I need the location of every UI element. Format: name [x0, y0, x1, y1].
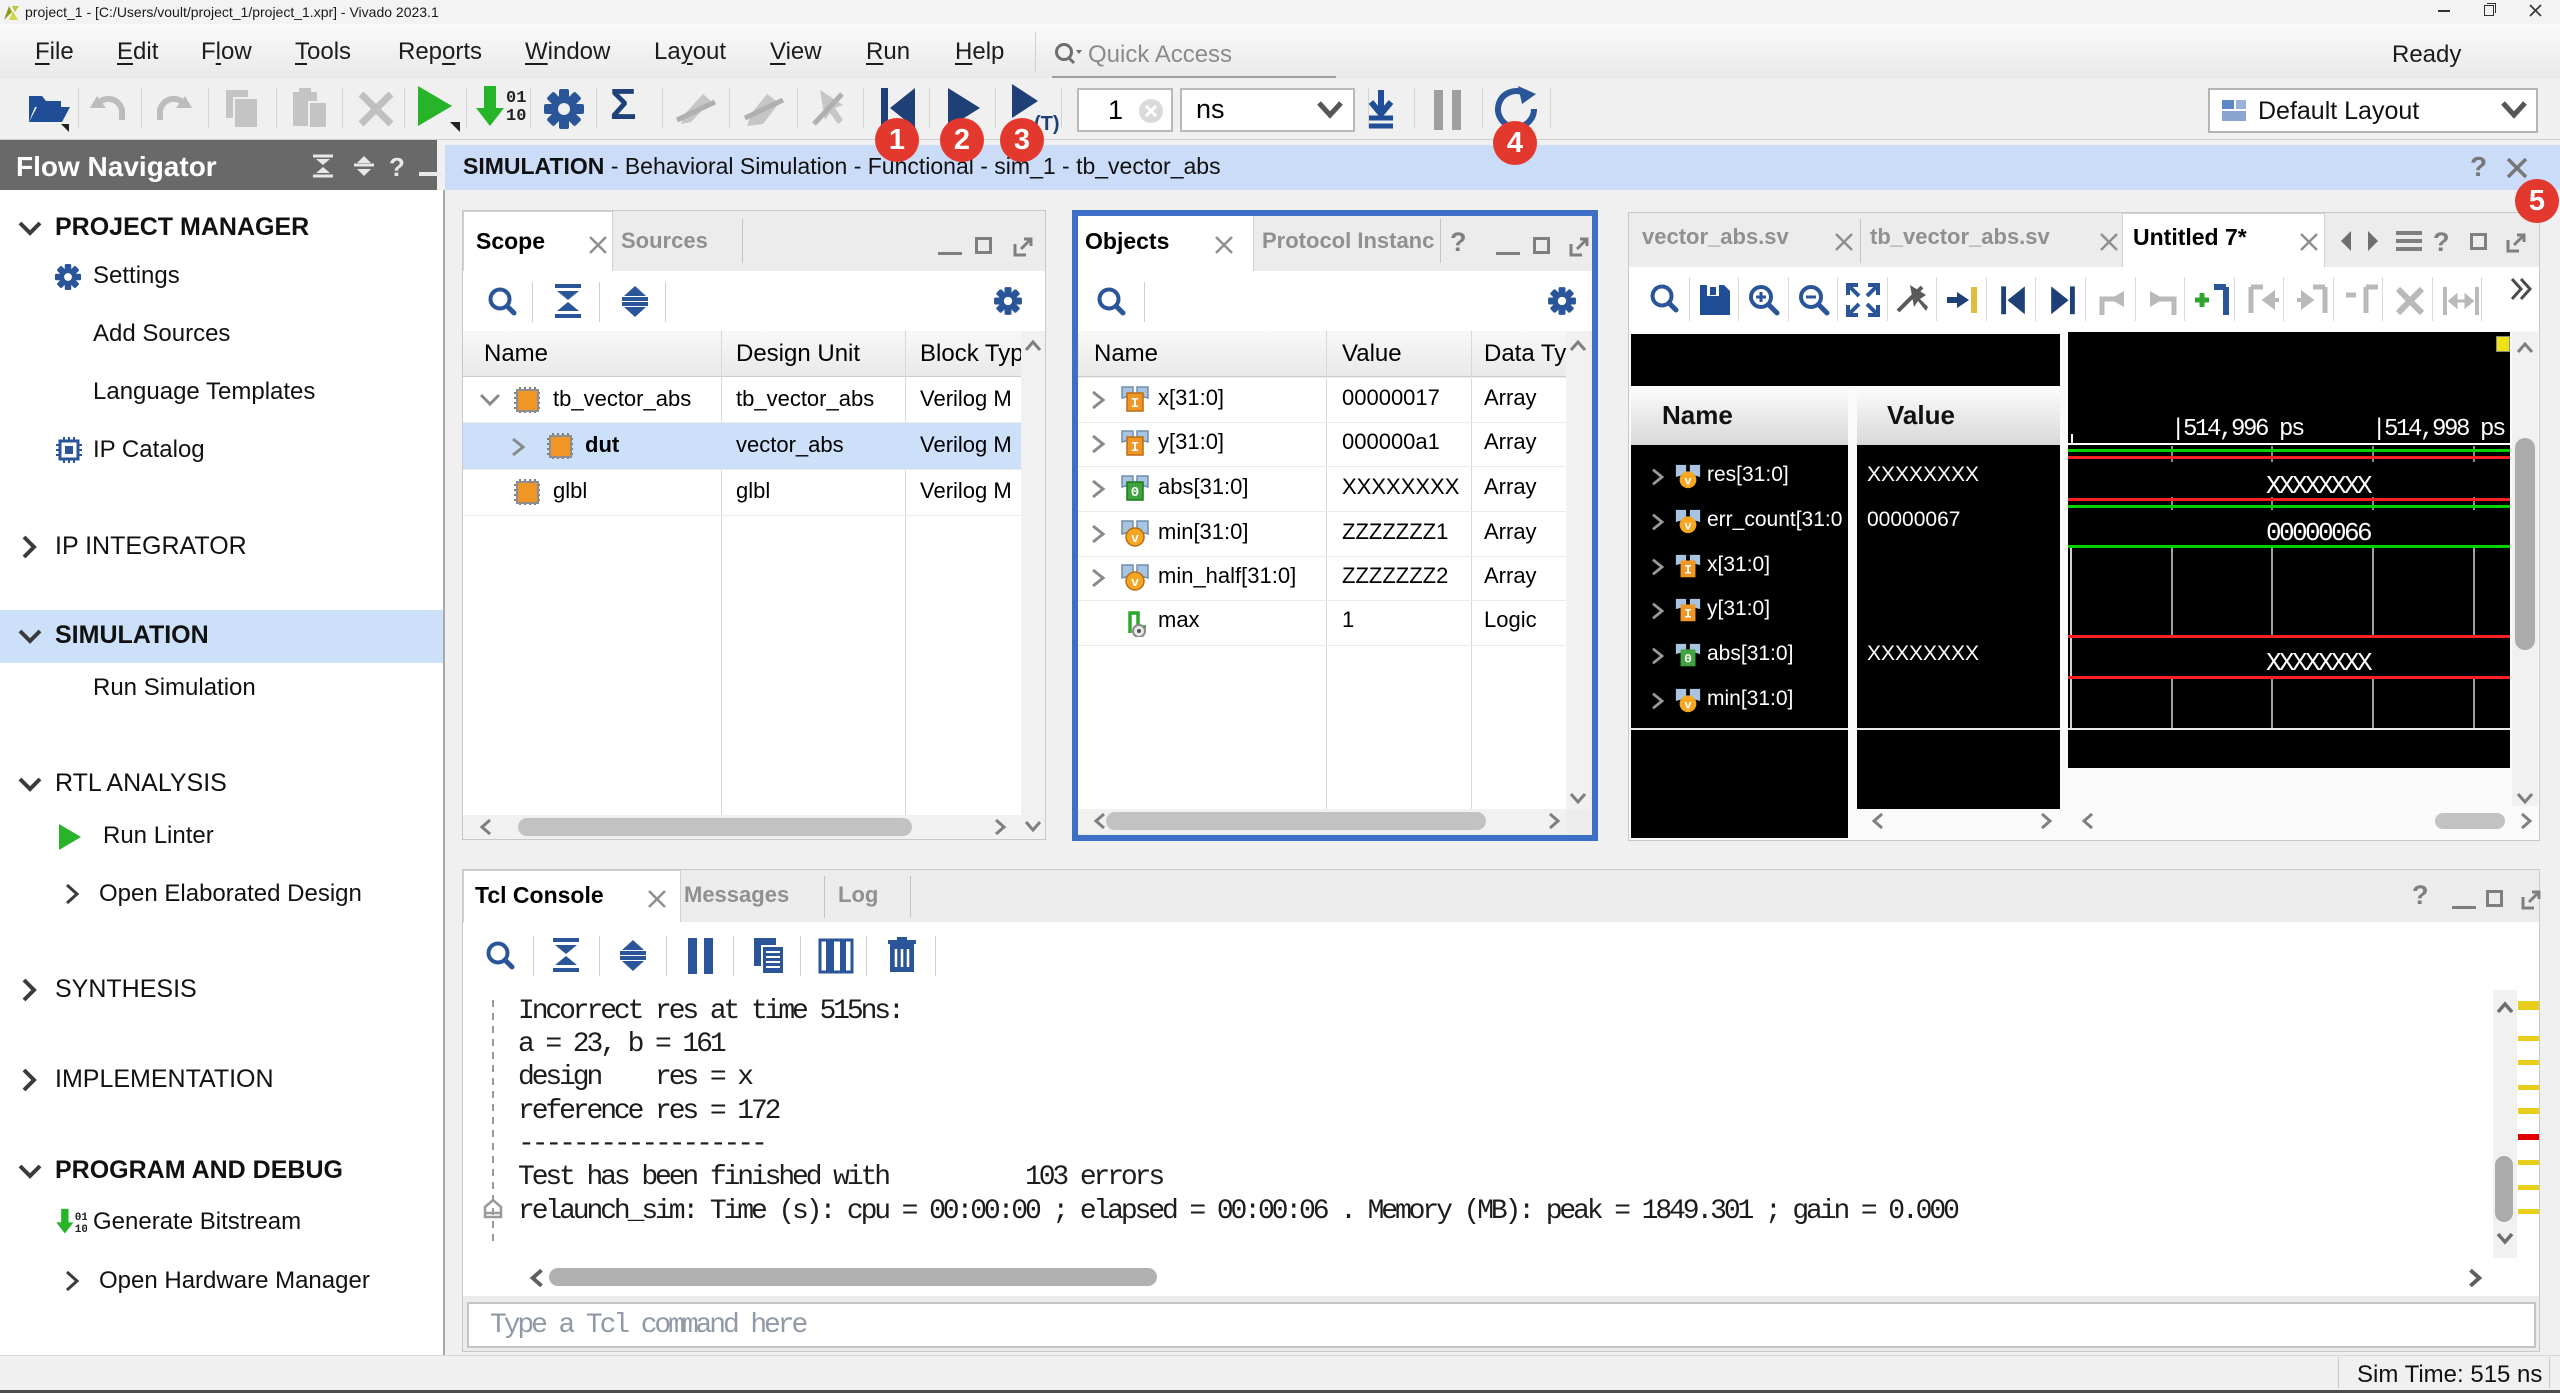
svg-text:01: 01: [506, 89, 526, 108]
svg-text:v: v: [1684, 519, 1692, 533]
svg-text:v: v: [1131, 531, 1139, 546]
svg-text:I: I: [1684, 607, 1692, 622]
svg-text:10: 10: [75, 1224, 87, 1236]
svg-text:v: v: [1684, 474, 1692, 488]
svg-text:10: 10: [506, 107, 526, 126]
svg-text:I: I: [1131, 396, 1139, 412]
svg-text:0: 0: [1131, 485, 1139, 501]
svg-text:01: 01: [75, 1212, 87, 1224]
svg-text:0: 0: [1684, 652, 1692, 667]
svg-text:v: v: [1684, 698, 1692, 712]
svg-text:v: v: [1131, 575, 1139, 590]
svg-text:I: I: [1684, 563, 1692, 578]
svg-text:I: I: [1131, 440, 1139, 456]
